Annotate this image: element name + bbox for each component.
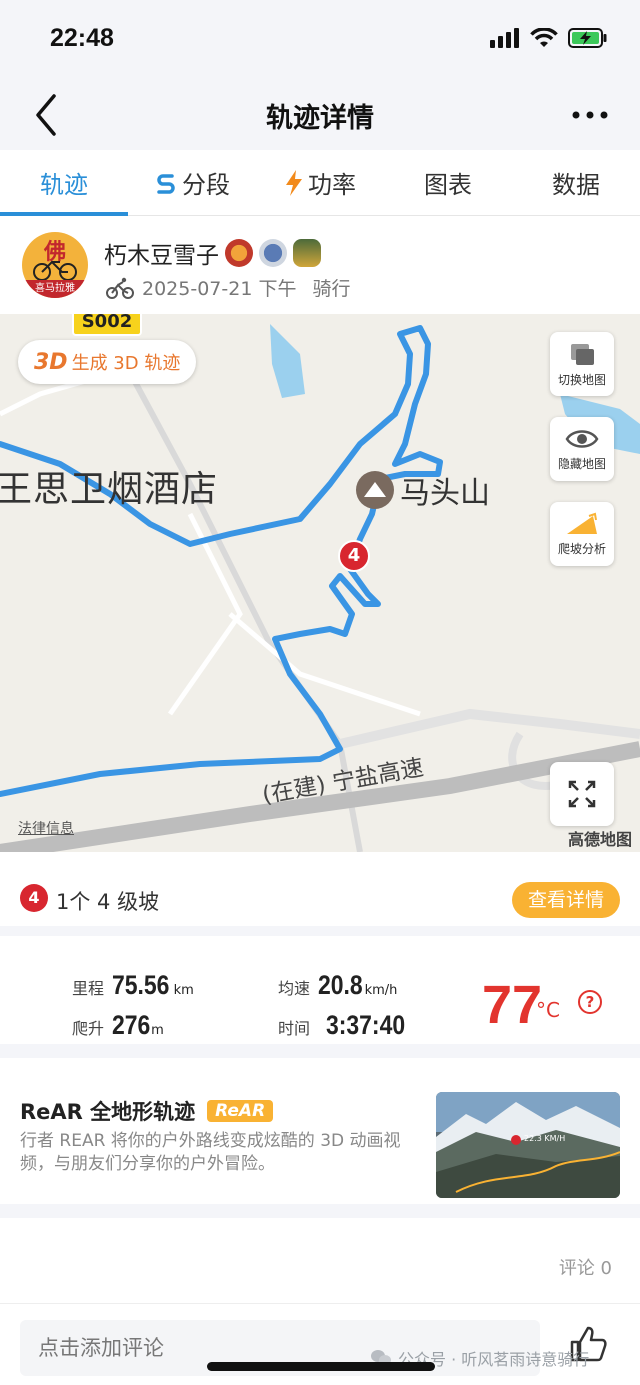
stats-panel: 里程 75.56 km 爬升 276 m 均速 20.8 km/h 时间 3:3… — [0, 946, 640, 1058]
route-map[interactable]: S002 3D 生成 3D 轨迹 王思卫烟酒店 马头山 4 切换地图 隐藏地图 … — [0, 314, 640, 852]
tab-label: 轨迹 — [40, 171, 88, 199]
stat-avg-speed: 均速 20.8 km/h — [278, 970, 397, 1001]
map-place-label: 王思卫烟酒店 — [0, 469, 219, 510]
more-button[interactable] — [570, 100, 610, 130]
cycling-icon — [106, 277, 134, 299]
rear-description: 行者 REAR 将你的户外路线变成炫酷的 3D 动画视频，与朋友们分享你的户外冒… — [20, 1131, 401, 1174]
map-provider-logo: 高德地图 — [567, 830, 632, 849]
avatar[interactable]: 佛 喜马拉雅 — [22, 232, 88, 298]
avg-speed-value: 20.8 — [318, 970, 363, 1000]
wifi-icon — [530, 28, 558, 47]
battery-charging-icon — [568, 28, 607, 48]
stat-elevation: 爬升 276 m — [72, 1010, 164, 1041]
comment-count: 评论 0 — [558, 1258, 612, 1279]
comments-section: 评论 0 — [0, 1232, 640, 1304]
view-details-button[interactable]: 查看详情 — [512, 882, 620, 918]
climb-count-text: 1个 4 级坡 — [56, 890, 160, 914]
stat-time: 时间 3:37:40 — [278, 1010, 419, 1041]
fullscreen-button[interactable] — [550, 762, 614, 826]
tab-label: 数据 — [552, 171, 600, 199]
username-text: 朽木豆雪子 — [104, 243, 219, 269]
system-icons — [490, 28, 608, 48]
avg-speed-label: 均速 — [278, 979, 311, 998]
climb-label: 爬升 — [72, 1019, 105, 1038]
rear-tag: ReAR — [207, 1100, 274, 1122]
tab-segments[interactable]: 分段 — [128, 150, 256, 215]
expand-icon — [568, 780, 596, 808]
nav-bar: 轨迹详情 — [0, 80, 640, 150]
rear-promo-card[interactable]: ReAR 全地形轨迹 ReAR 行者 REAR 将你的户外路线变成炫酷的 3D … — [0, 1072, 640, 1218]
mountain-image — [436, 1092, 620, 1198]
tab-label: 图表 — [424, 171, 472, 199]
tab-charts[interactable]: 图表 — [384, 150, 512, 215]
signal-icon — [490, 28, 519, 48]
eye-icon — [565, 429, 599, 448]
legal-info-link[interactable]: 法律信息 — [18, 818, 74, 838]
slope-icon — [567, 512, 597, 534]
tab-power[interactable]: 功率 — [256, 150, 384, 215]
medal-icon — [225, 239, 253, 267]
hide-map-label: 隐藏地图 — [557, 456, 606, 471]
switch-map-button[interactable]: 切换地图 — [550, 332, 614, 396]
rear-thumbnail[interactable]: 22.3 KM/H — [436, 1092, 620, 1198]
generate-3d-button[interactable]: 3D 生成 3D 轨迹 — [18, 340, 197, 384]
tab-bar: 轨迹 分段 功率 图表 数据 — [0, 150, 640, 216]
distance-value: 75.56 — [112, 970, 170, 1000]
user-info: 佛 喜马拉雅 朽木豆雪子 2025-07-21 下午 骑行 — [0, 216, 640, 314]
climb-unit: m — [151, 1023, 164, 1038]
lightning-icon — [286, 169, 302, 196]
segment-icon — [157, 173, 175, 194]
status-time: 22:48 — [50, 24, 114, 52]
hide-map-button[interactable]: 隐藏地图 — [550, 417, 614, 481]
climb-analysis-button[interactable]: 爬坡分析 — [550, 502, 614, 566]
tab-track[interactable]: 轨迹 — [0, 150, 128, 216]
layers-icon — [571, 343, 594, 365]
rear-thumb-speed: 22.3 KM/H — [524, 1134, 566, 1143]
avg-speed-unit: km/h — [364, 983, 398, 998]
help-icon[interactable]: ? — [578, 990, 602, 1014]
mountain-icon — [356, 471, 394, 509]
page-title: 轨迹详情 — [266, 103, 374, 134]
activity-meta: 2025-07-21 下午 骑行 — [106, 274, 350, 301]
climb-marker[interactable]: 4 — [338, 540, 370, 572]
distance-label: 里程 — [72, 979, 105, 998]
tab-label: 功率 — [308, 171, 356, 199]
home-indicator[interactable] — [207, 1362, 435, 1371]
activity-date: 2025-07-21 下午 — [142, 278, 297, 300]
btn-3d-prefix: 3D — [34, 349, 68, 375]
activity-type: 骑行 — [312, 278, 351, 300]
temperature-value: 77 — [482, 975, 543, 1035]
wing-badge-icon — [293, 239, 321, 267]
climb-value: 276 — [112, 1010, 151, 1040]
stat-distance: 里程 75.56 km — [72, 970, 194, 1001]
climb-summary: 4 1个 4 级坡 查看详情 — [0, 852, 640, 936]
rear-title: ReAR 全地形轨迹 ReAR — [20, 1096, 274, 1126]
road-sign: S002 — [72, 314, 142, 336]
climb-analysis-label: 爬坡分析 — [557, 541, 606, 556]
time-label: 时间 — [278, 1019, 311, 1038]
poi-label: 马头山 — [400, 476, 490, 511]
climb-level-badge: 4 — [20, 884, 48, 912]
time-value: 3:37:40 — [326, 1010, 406, 1040]
distance-unit: km — [173, 983, 194, 998]
tab-data[interactable]: 数据 — [512, 150, 640, 215]
status-bar: 22:48 — [0, 0, 640, 80]
map-poi[interactable]: 马头山 — [356, 468, 490, 512]
tab-label: 分段 — [182, 171, 230, 199]
btn-3d-label: 生成 3D 轨迹 — [71, 353, 181, 374]
rear-title-text: ReAR 全地形轨迹 — [20, 1100, 196, 1124]
username[interactable]: 朽木豆雪子 — [104, 236, 321, 270]
more-dots-icon — [572, 111, 608, 119]
switch-map-label: 切换地图 — [557, 372, 606, 387]
shield-badge-icon — [259, 239, 287, 267]
avatar-caption: 喜马拉雅 — [22, 280, 88, 298]
temperature-unit: °C — [536, 998, 560, 1022]
